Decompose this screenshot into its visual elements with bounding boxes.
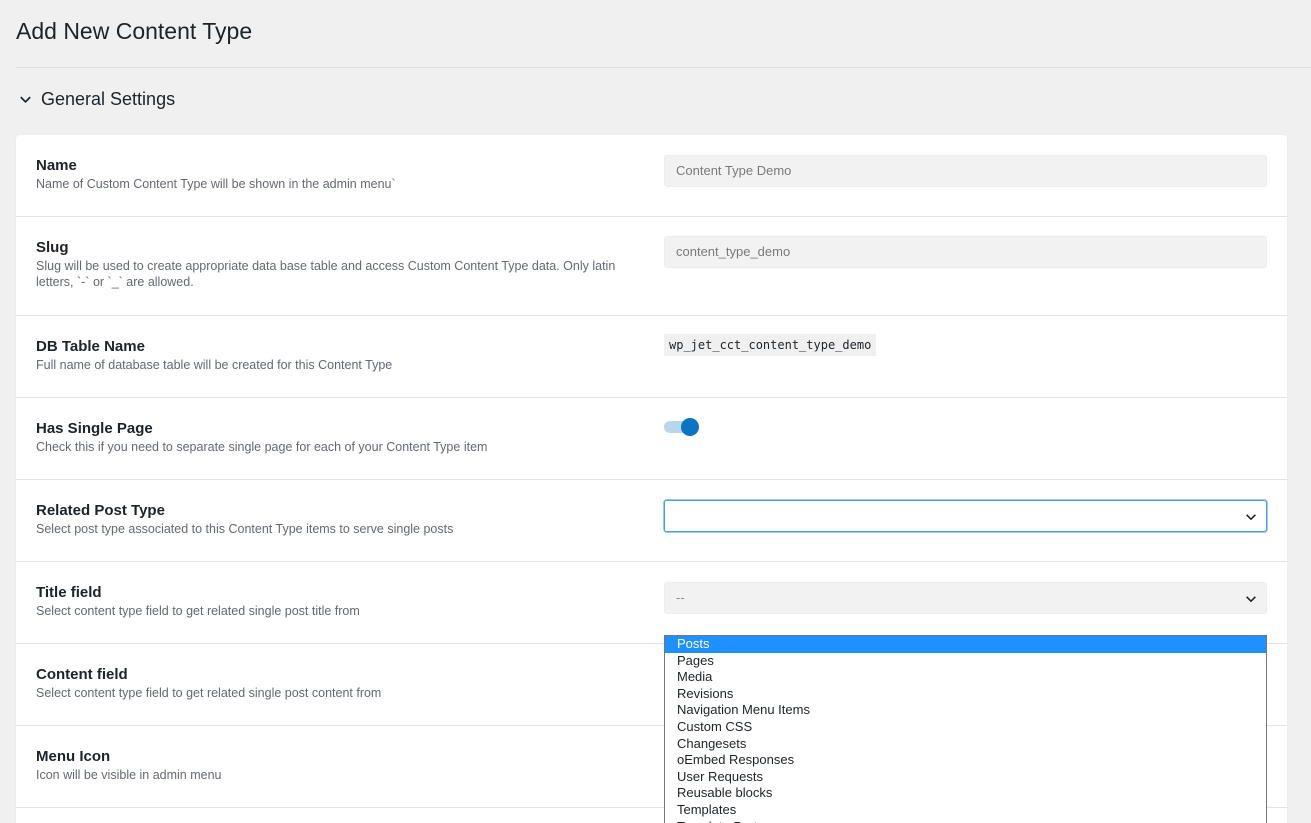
menu-icon-description: Icon will be visible in admin menu	[36, 768, 222, 782]
dropdown-option[interactable]: Navigation Menu Items	[665, 702, 1266, 719]
chevron-down-icon	[1246, 514, 1256, 521]
name-description: Name of Custom Content Type will be show…	[36, 177, 396, 191]
title-field-row: Title field Select content type field to…	[16, 562, 1287, 644]
name-input[interactable]: Content Type Demo	[664, 155, 1267, 187]
chevron-down-icon	[1246, 596, 1256, 603]
title-field-label: Title field	[36, 584, 102, 601]
title-divider	[16, 67, 1311, 68]
name-row: Name Name of Custom Content Type will be…	[16, 135, 1287, 217]
dropdown-option[interactable]: Changesets	[665, 736, 1266, 753]
dropdown-option[interactable]: Revisions	[665, 686, 1266, 703]
single-page-row: Has Single Page Check this if you need t…	[16, 398, 1287, 480]
title-field-value: --	[676, 590, 685, 605]
chevron-down-icon	[20, 96, 31, 104]
title-field-description: Select content type field to get related…	[36, 604, 360, 618]
db-table-label: DB Table Name	[36, 338, 145, 355]
slug-input[interactable]: content_type_demo	[664, 236, 1267, 268]
dropdown-option[interactable]: Pages	[665, 653, 1266, 670]
toggle-knob	[681, 418, 699, 436]
single-page-toggle[interactable]	[664, 416, 702, 438]
content-field-label: Content field	[36, 666, 128, 683]
page-title: Add New Content Type	[16, 18, 253, 44]
dropdown-option[interactable]: Posts	[665, 636, 1266, 653]
section-title: General Settings	[41, 89, 176, 109]
dropdown-option[interactable]: Templates	[665, 802, 1266, 819]
related-post-type-description: Select post type associated to this Cont…	[36, 522, 454, 536]
menu-icon-label: Menu Icon	[36, 748, 111, 765]
slug-description: Slug will be used to create appropriate …	[36, 259, 616, 289]
dropdown-option[interactable]: Template Parts	[665, 819, 1266, 823]
single-page-label: Has Single Page	[36, 420, 153, 437]
dropdown-option[interactable]: Media	[665, 669, 1266, 686]
content-field-description: Select content type field to get related…	[36, 686, 382, 700]
dropdown-option[interactable]: oEmbed Responses	[665, 752, 1266, 769]
slug-label: Slug	[36, 239, 69, 256]
related-post-type-row: Related Post Type Select post type assoc…	[16, 480, 1287, 562]
related-post-type-label: Related Post Type	[36, 502, 165, 519]
dropdown-option[interactable]: Reusable blocks	[665, 785, 1266, 802]
dropdown-option[interactable]: User Requests	[665, 769, 1266, 786]
single-page-description: Check this if you need to separate singl…	[36, 440, 488, 454]
title-field-select[interactable]: --	[664, 582, 1267, 614]
name-label: Name	[36, 157, 77, 174]
db-table-value: wp_jet_cct_content_type_demo	[664, 334, 877, 356]
slug-row: Slug Slug will be used to create appropr…	[16, 217, 1287, 316]
post-type-dropdown-list[interactable]: Posts Pages Media Revisions Navigation Menu …	[664, 635, 1267, 823]
db-table-row: DB Table Name Full name of database tabl…	[16, 316, 1287, 398]
related-post-type-select[interactable]	[664, 500, 1267, 532]
db-table-description: Full name of database table will be crea…	[36, 358, 393, 372]
dropdown-option[interactable]: Custom CSS	[665, 719, 1266, 736]
general-settings-toggle[interactable]: General Settings	[18, 89, 175, 110]
